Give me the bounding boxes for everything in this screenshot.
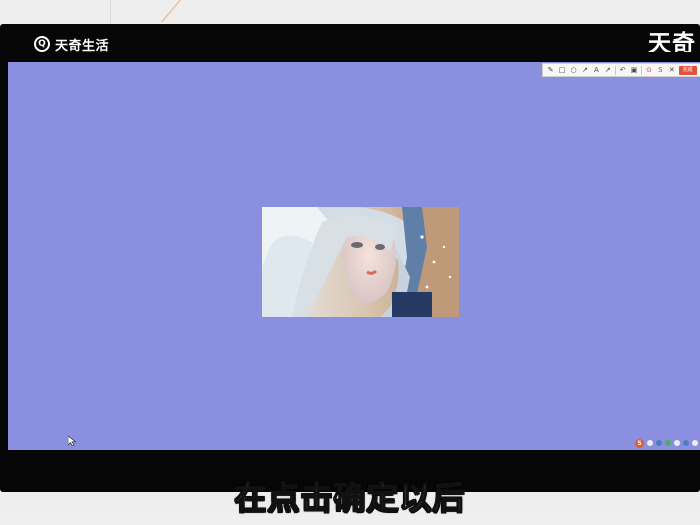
tray-icon[interactable] — [647, 440, 653, 446]
pin-icon[interactable]: ⊙ — [644, 64, 653, 76]
video-subtitle: 在点击确定以后 — [234, 478, 466, 517]
keyboard-icon[interactable] — [692, 440, 698, 446]
watermark-brand: Q 天奇生活 — [34, 35, 110, 54]
sogou-ime-icon[interactable]: S — [635, 438, 644, 448]
captured-image[interactable] — [262, 207, 459, 317]
desk-pen — [160, 0, 212, 22]
desktop-screen: ✎ □ ○ ↗ A ↗ ↶ ▣ ⊙ S ✕ 完成 S — [8, 62, 700, 450]
network-icon[interactable] — [656, 440, 662, 446]
pen-icon[interactable]: ✎ — [546, 64, 555, 76]
tray-icon[interactable] — [683, 440, 689, 446]
wechat-icon[interactable] — [665, 440, 671, 446]
text-tool-icon[interactable]: A — [592, 64, 601, 76]
volume-icon[interactable] — [674, 440, 680, 446]
toolbar-divider — [641, 65, 642, 75]
undo-icon[interactable]: ↶ — [618, 64, 627, 76]
brush-icon[interactable]: ↗ — [603, 64, 612, 76]
close-icon[interactable]: ✕ — [667, 64, 676, 76]
anime-girl-illustration — [262, 207, 459, 317]
toolbar-divider — [614, 65, 616, 75]
desk-paper — [0, 0, 111, 26]
system-tray: S — [628, 438, 698, 448]
rectangle-icon[interactable]: □ — [558, 64, 567, 76]
ellipse-icon[interactable]: ○ — [569, 64, 578, 76]
save-icon[interactable]: ▣ — [630, 64, 639, 76]
arrow-icon[interactable]: ↗ — [580, 64, 589, 76]
done-button[interactable]: 完成 — [678, 65, 697, 75]
screenshot-toolbar: ✎ □ ○ ↗ A ↗ ↶ ▣ ⊙ S ✕ 完成 — [542, 63, 700, 77]
mouse-cursor-icon — [67, 431, 77, 447]
brand-logo-icon: Q — [34, 36, 50, 52]
share-icon[interactable]: S — [656, 64, 665, 76]
watermark-corner: 天奇 — [648, 31, 696, 52]
brand-name: 天奇生活 — [55, 38, 110, 54]
